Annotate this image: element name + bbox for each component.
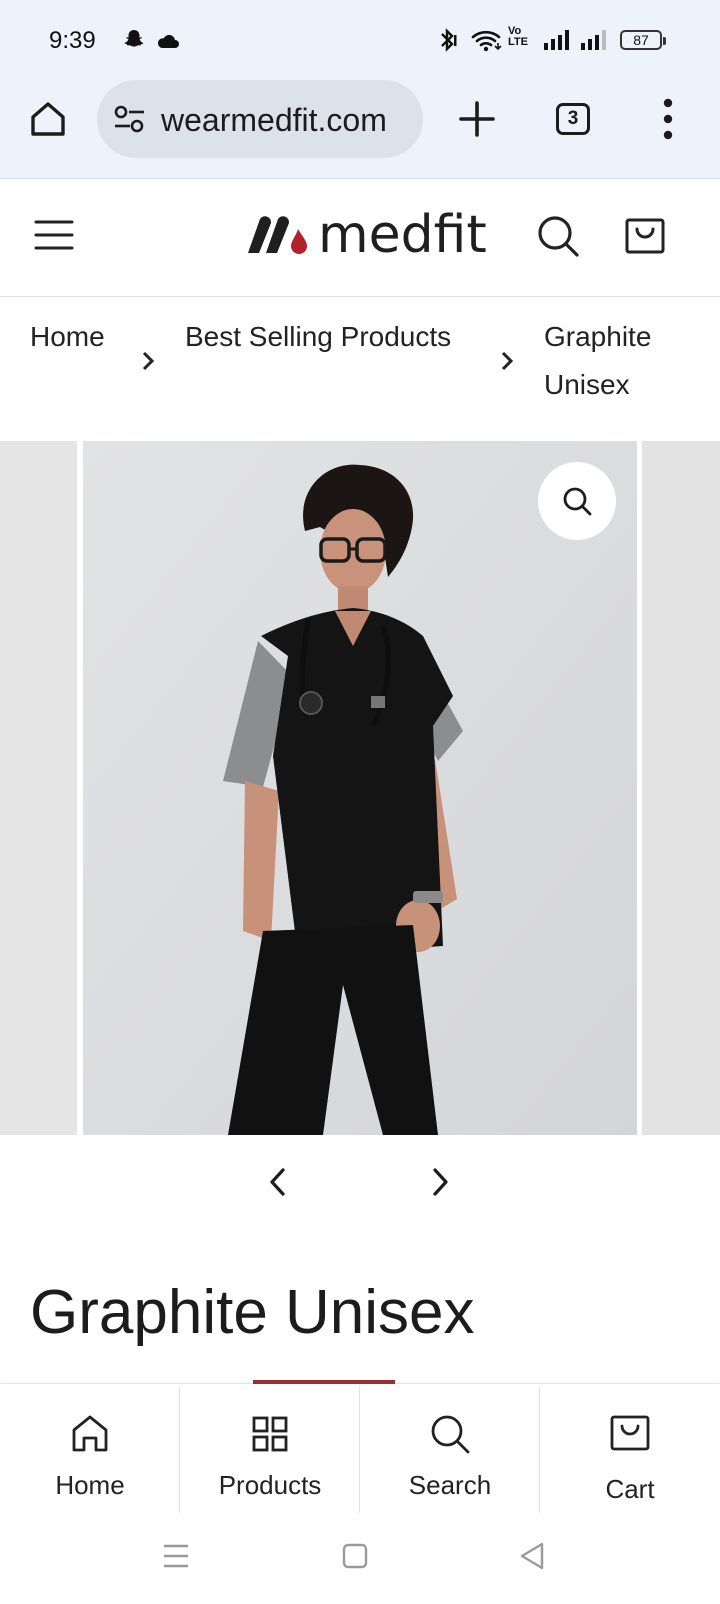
status-bar: 9:39 Vo LTE 87	[0, 0, 720, 80]
product-title: Graphite Unisex	[30, 1278, 475, 1347]
breadcrumb: Home Best Selling Products Graphite Unis…	[0, 297, 720, 440]
system-home-icon[interactable]	[342, 1543, 368, 1569]
nav-item-home[interactable]: Home	[0, 1384, 180, 1514]
logo-text: medfit	[318, 205, 487, 265]
address-bar[interactable]: wearmedfit.com	[97, 80, 423, 158]
nav-label-products: Products	[218, 1470, 322, 1500]
home-icon	[72, 1415, 108, 1452]
breadcrumb-best-selling[interactable]: Best Selling Products	[185, 321, 451, 353]
hamburger-menu-icon[interactable]	[34, 217, 74, 253]
url-text[interactable]: wearmedfit.com	[161, 102, 409, 139]
system-navigation-bar	[0, 1513, 720, 1604]
breadcrumb-home[interactable]: Home	[30, 321, 105, 353]
breadcrumb-current-line1: Graphite	[544, 321, 652, 352]
battery-indicator: 87	[620, 30, 666, 50]
gallery-slide-next[interactable]	[642, 441, 720, 1135]
search-icon[interactable]	[536, 214, 580, 258]
search-icon	[431, 1415, 470, 1454]
cloud-icon	[157, 34, 179, 48]
nav-label-cart: Cart	[605, 1474, 655, 1504]
nav-item-cart[interactable]: Cart	[540, 1384, 720, 1514]
status-time: 9:39	[49, 27, 96, 54]
browser-home-icon[interactable]	[28, 99, 68, 139]
nav-label-home: Home	[55, 1470, 125, 1500]
gallery-slide-prev[interactable]	[0, 441, 77, 1135]
signal-icon	[544, 30, 569, 50]
site-logo[interactable]: medfit	[246, 209, 487, 261]
site-header: medfit	[0, 179, 720, 297]
chevron-right-icon	[142, 351, 155, 371]
product-photo-illustration	[83, 441, 637, 1135]
wifi-icon	[471, 30, 502, 52]
product-gallery[interactable]	[0, 441, 720, 1135]
zoom-icon	[563, 487, 592, 516]
chevron-right-icon[interactable]	[426, 1165, 454, 1199]
site-settings-icon[interactable]	[113, 105, 147, 133]
overflow-menu-icon[interactable]	[660, 98, 676, 140]
cart-icon	[610, 1415, 650, 1451]
back-icon[interactable]	[518, 1541, 546, 1571]
chevron-right-icon	[501, 351, 514, 371]
tab-switcher-button[interactable]: 3	[556, 103, 590, 135]
volte-indicator: Vo LTE	[508, 26, 528, 48]
product-image[interactable]	[83, 441, 637, 1135]
bluetooth-icon	[441, 28, 457, 52]
cart-icon[interactable]	[623, 214, 667, 258]
nav-item-products[interactable]: Products	[180, 1384, 360, 1514]
zoom-button[interactable]	[538, 462, 616, 540]
signal-icon-2	[581, 30, 606, 50]
snapchat-icon	[124, 30, 144, 47]
browser-chrome: 9:39 Vo LTE 87 wearmedfit.com 3	[0, 0, 720, 179]
breadcrumb-current-line2: Unisex	[544, 369, 630, 400]
nav-label-search: Search	[408, 1470, 492, 1500]
new-tab-icon[interactable]	[457, 99, 497, 139]
nav-item-search[interactable]: Search	[360, 1384, 540, 1514]
volte-bottom: LTE	[508, 36, 528, 48]
logo-mark-icon	[248, 216, 307, 254]
recent-apps-icon[interactable]	[162, 1543, 190, 1569]
bottom-navigation: Home Products Search Cart	[0, 1380, 720, 1514]
gallery-controls	[0, 1135, 720, 1245]
chevron-left-icon[interactable]	[264, 1165, 292, 1199]
grid-icon	[252, 1416, 288, 1452]
